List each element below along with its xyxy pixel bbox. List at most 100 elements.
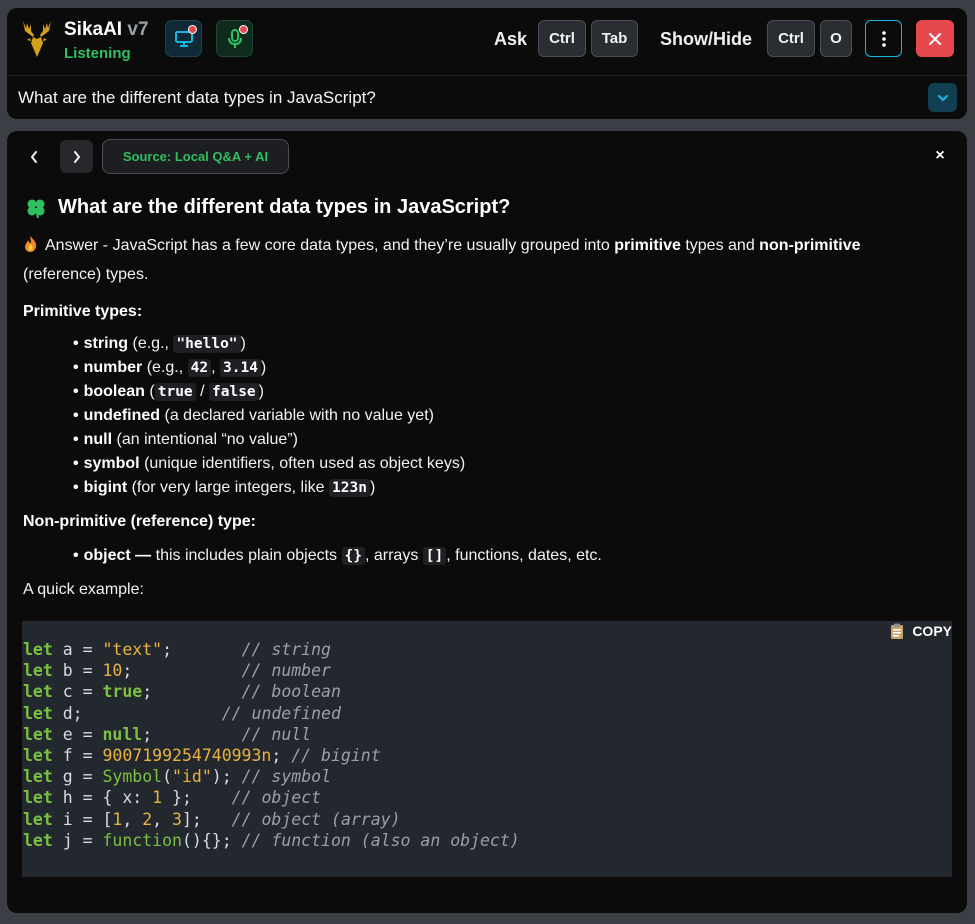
fire-icon (25, 236, 37, 252)
item-text: (e.g., (142, 359, 188, 376)
item-text: ( (144, 383, 155, 400)
list-item: null (an intentional “no value”) (73, 428, 943, 452)
code-line: let i = [1, 2, 3]; // object (array) (23, 810, 401, 829)
item-text: (a declared variable with no value yet) (160, 407, 434, 424)
vertical-dots-icon (881, 30, 886, 47)
item-text: ) (369, 479, 376, 496)
code-token: ]; (181, 809, 202, 829)
code-token: ; (142, 682, 242, 702)
intro-bold-primitive: primitive (614, 237, 681, 254)
type-name: bigint (83, 479, 128, 496)
answer-title: What are the different data types in Jav… (25, 196, 510, 219)
screen-capture-button[interactable] (165, 20, 202, 57)
code-token: 2 (142, 809, 153, 829)
list-item: undefined (a declared variable with no v… (73, 404, 943, 428)
item-text: (an intentional “no value”) (112, 431, 298, 448)
code-token: }; (162, 788, 192, 808)
intro-text: (reference) types. (23, 266, 149, 283)
clover-icon (27, 199, 45, 218)
code-token: "text" (102, 640, 163, 659)
listening-status: Listening (64, 45, 131, 62)
close-app-button[interactable] (916, 20, 954, 57)
intro-bold-nonprimitive: non-primitive (759, 237, 861, 254)
code-comment: // object (231, 788, 322, 808)
ask-shortcut-label: Ask (494, 29, 528, 49)
answer-body: Answer - JavaScript has a few core data … (23, 231, 943, 612)
code-token: 1 (112, 809, 123, 829)
list-item: string (e.g., "hello") (73, 332, 943, 356)
type-name: number (83, 359, 143, 376)
code-comment: // function (also an object) (241, 830, 520, 850)
chevron-right-icon (73, 150, 80, 163)
code-line: let j = function(){}; // function (also … (23, 831, 520, 850)
code-token: e = (52, 724, 103, 744)
code-token: true (102, 682, 143, 702)
inline-code: 123n (329, 479, 370, 497)
type-name: undefined (83, 407, 161, 424)
code-token: (){}; (181, 830, 232, 850)
toggle-key-o[interactable]: O (820, 20, 852, 57)
source-badge[interactable]: Source: Local Q&A + AI (102, 139, 289, 174)
code-comment: // bigint (291, 746, 381, 766)
code-line: let a = "text"; // string (23, 640, 331, 659)
inline-code: [] (422, 547, 447, 565)
item-text: , (211, 359, 220, 376)
ask-key-tab[interactable]: Tab (591, 20, 638, 57)
code-token: let (23, 788, 53, 808)
code-token: let (23, 682, 53, 702)
previous-answer-button[interactable] (19, 140, 49, 173)
item-text: ) (260, 359, 267, 376)
dismiss-answer-button[interactable]: × (929, 145, 951, 167)
code-token: let (23, 724, 53, 744)
code-token: 3 (172, 809, 182, 829)
item-text: (unique identifiers, often used as objec… (139, 455, 466, 472)
example-label: A quick example: (23, 581, 144, 598)
code-line: let f = 9007199254740993n; // bigint (23, 746, 381, 765)
code-token: h = { x: (52, 788, 153, 808)
app-title: SikaAI v7 (64, 19, 149, 41)
code-token: ); (211, 767, 232, 787)
next-answer-button[interactable] (60, 140, 93, 173)
item-text: ) (240, 335, 246, 352)
toggle-key-ctrl[interactable]: Ctrl (767, 20, 815, 57)
code-comment: // boolean (241, 682, 341, 702)
code-token: let (23, 830, 53, 850)
code-token: g = (52, 767, 103, 787)
item-text: / (195, 383, 209, 400)
show-hide-shortcut-label: Show/Hide (660, 29, 753, 49)
code-token: ( (162, 767, 173, 787)
code-token: "id" (172, 767, 212, 787)
answer-title-text: What are the different data types in Jav… (58, 196, 511, 218)
list-item: symbol (unique identifiers, often used a… (73, 452, 943, 476)
chevron-left-icon (31, 150, 37, 163)
more-options-button[interactable] (865, 20, 902, 57)
code-comment: // number (241, 661, 331, 681)
code-block: COPY let a = "text"; // string let b = 1… (22, 621, 952, 877)
microphone-button[interactable] (216, 20, 253, 57)
list-item: boolean (true / false) (73, 380, 943, 404)
divider (7, 75, 967, 76)
code-token: let (23, 809, 53, 829)
code-line: let h = { x: 1 }; // object (23, 788, 321, 807)
inline-code: true (154, 383, 196, 401)
code-line: let c = true; // boolean (23, 682, 341, 701)
clipboard-icon (891, 623, 904, 639)
item-text: , arrays (364, 547, 423, 564)
code-token: 9007199254740993n (102, 746, 272, 766)
code-comment: // string (241, 640, 331, 659)
inline-code: 3.14 (220, 359, 261, 377)
code-token: ; (162, 640, 242, 659)
inline-code: "hello" (173, 335, 241, 353)
code-token: let (23, 661, 53, 681)
code-line: let e = null; // null (23, 725, 311, 744)
ask-key-ctrl[interactable]: Ctrl (538, 20, 586, 57)
expand-question-button[interactable] (928, 83, 957, 112)
list-item: bigint (for very large integers, like 12… (73, 476, 943, 500)
copy-code-button[interactable]: COPY (890, 623, 952, 639)
primitive-heading: Primitive types: (23, 303, 143, 320)
intro-text: Answer - JavaScript has a few core data … (45, 237, 615, 254)
inline-code: false (209, 383, 259, 401)
nonprimitive-list: object — this includes plain objects {},… (73, 544, 943, 568)
